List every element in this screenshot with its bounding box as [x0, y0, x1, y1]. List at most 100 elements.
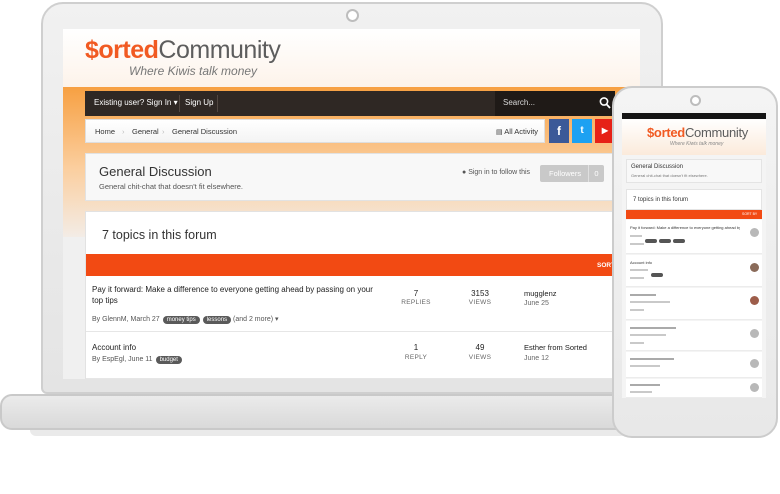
list-item[interactable]: Account info — [626, 255, 762, 287]
site-logo[interactable]: $ortedCommunity — [85, 36, 281, 65]
nav-bar: Existing user? Sign In ▾ Sign Up Search.… — [85, 91, 615, 116]
phone-logo[interactable]: $ortedCommunity — [647, 125, 748, 140]
avatar — [750, 359, 759, 368]
phone-topic-stats — [630, 277, 644, 279]
topic-meta: By EspEgl, June 11 budget — [92, 356, 182, 364]
logo-prefix: $orted — [85, 36, 159, 64]
signin-link[interactable]: Existing user? Sign In ▾ — [94, 98, 178, 107]
phone-topics-card: 7 topics in this forum — [626, 189, 762, 210]
replies-label: REPLIES — [401, 299, 431, 306]
rss-icon: ▤ — [496, 129, 503, 136]
phone-topic-tags — [643, 232, 685, 250]
phone-camera — [690, 95, 701, 106]
signin-label: Existing user? Sign In — [94, 98, 172, 107]
phone-topic-stats — [630, 309, 644, 311]
caret-down-icon: ▾ — [275, 316, 279, 323]
topics-heading: 7 topics in this forum — [102, 228, 217, 242]
views-count: 49 — [475, 343, 485, 352]
phone-topics-heading: 7 topics in this forum — [633, 197, 689, 203]
site-header: $ortedCommunity Where Kiwis talk money — [63, 29, 640, 87]
phone-topic-meta — [630, 269, 648, 271]
facebook-icon[interactable]: f — [549, 119, 569, 143]
phone-topic-title[interactable] — [630, 358, 674, 360]
topic-title-link[interactable]: Pay it forward: Make a difference to eve… — [92, 284, 382, 306]
followers-button[interactable]: Followers 0 — [540, 165, 604, 182]
search-icon[interactable] — [599, 96, 611, 110]
avatar — [750, 329, 759, 338]
followers-count: 0 — [588, 165, 604, 182]
topic-author-date: By GlennM, March 27 — [92, 316, 160, 323]
phone-topic-title[interactable] — [630, 327, 676, 329]
replies-count: 7 — [413, 289, 419, 298]
list-item[interactable] — [626, 352, 762, 378]
all-activity-label: All Activity — [504, 127, 539, 136]
phone-topic-meta — [630, 235, 642, 237]
nav-divider — [179, 95, 180, 112]
info-icon: ● — [462, 169, 467, 176]
laptop-base-shadow — [30, 430, 680, 436]
laptop-screen: $ortedCommunity Where Kiwis talk money E… — [63, 29, 640, 379]
last-post-date: June 12 — [524, 355, 549, 362]
tag-badge — [659, 238, 671, 243]
phone-topic-title[interactable]: Pay it forward: Make a difference to eve… — [630, 225, 740, 230]
phone-sort-by-button[interactable]: SORT BY — [742, 212, 757, 216]
phone-logo-prefix: $orted — [647, 125, 685, 140]
site-tagline: Where Kiwis talk money — [129, 64, 258, 78]
logo-suffix: Community — [158, 36, 281, 64]
list-item[interactable] — [626, 288, 762, 320]
signup-link[interactable]: Sign Up — [185, 98, 213, 107]
tag-badge[interactable]: money tips — [162, 316, 200, 324]
followers-label: Followers — [549, 169, 582, 178]
breadcrumb: Home › General › General Discussion ▤ Al… — [85, 119, 545, 143]
forum-header-card: General Discussion General chit-chat tha… — [85, 153, 615, 201]
laptop-base — [0, 394, 712, 430]
last-post-date: June 25 — [524, 300, 549, 307]
list-item[interactable] — [626, 379, 762, 398]
phone-topic-meta — [630, 365, 660, 367]
phone-topic-tags — [649, 266, 663, 284]
phone-logo-suffix: Community — [684, 125, 748, 140]
twitter-icon[interactable]: t — [572, 119, 592, 143]
all-activity-link[interactable]: ▤ All Activity — [496, 127, 538, 136]
views-count: 3153 — [471, 289, 489, 298]
tag-badge — [651, 272, 663, 277]
avatar — [750, 383, 759, 392]
avatar — [750, 228, 759, 237]
phone-topic-title[interactable]: Account info — [630, 260, 652, 265]
search-input[interactable]: Search... — [503, 98, 535, 107]
tag-badge[interactable]: lessons — [202, 316, 232, 324]
follow-signin-link[interactable]: ● Sign in to follow this — [462, 169, 530, 176]
avatar — [750, 296, 759, 305]
phone-topic-title[interactable] — [630, 294, 656, 296]
breadcrumb-current: General Discussion — [172, 127, 238, 136]
sort-bar: SORT BY ▾ — [86, 254, 640, 276]
more-tags-link[interactable]: (and 2 more) — [233, 316, 273, 323]
phone-forum-description: General chit-chat that doesn't fit elsew… — [631, 173, 708, 178]
forum-description: General chit-chat that doesn't fit elsew… — [99, 182, 244, 191]
last-poster-link[interactable]: Esther from Sorted — [524, 343, 587, 352]
last-poster-link[interactable]: mugglenz — [524, 289, 557, 298]
page-title: General Discussion — [99, 164, 212, 179]
topic-title-link[interactable]: Account info — [92, 342, 382, 353]
list-item[interactable]: Pay it forward: Make a difference to eve… — [626, 220, 762, 254]
breadcrumb-home[interactable]: Home — [95, 127, 115, 136]
topic-meta: By GlennM, March 27 money tips lessons (an… — [92, 315, 279, 324]
breadcrumb-general[interactable]: General — [132, 127, 159, 136]
tag-badge — [645, 238, 657, 243]
table-row[interactable]: Pay it forward: Make a difference to eve… — [86, 276, 640, 332]
phone-screen: $ortedCommunity Where Kiwis talk money G… — [622, 113, 766, 398]
follow-signin-label: Sign in to follow this — [468, 169, 531, 176]
breadcrumb-separator: › — [162, 127, 165, 136]
phone-topic-title[interactable] — [630, 384, 660, 386]
search-box[interactable]: Search... — [495, 91, 615, 116]
replies-label: REPLY — [404, 354, 428, 361]
tag-badge[interactable]: budget — [155, 356, 182, 364]
phone-topic-meta — [630, 391, 652, 393]
table-row[interactable]: Account info By EspEgl, June 11 budget 1 … — [86, 333, 640, 379]
list-item[interactable] — [626, 321, 762, 351]
breadcrumb-separator: › — [122, 127, 125, 136]
views-label: VIEWS — [468, 299, 492, 306]
replies-count: 1 — [413, 343, 419, 352]
topic-author-date: By EspEgl, June 11 — [92, 356, 153, 363]
laptop-camera — [346, 9, 359, 22]
